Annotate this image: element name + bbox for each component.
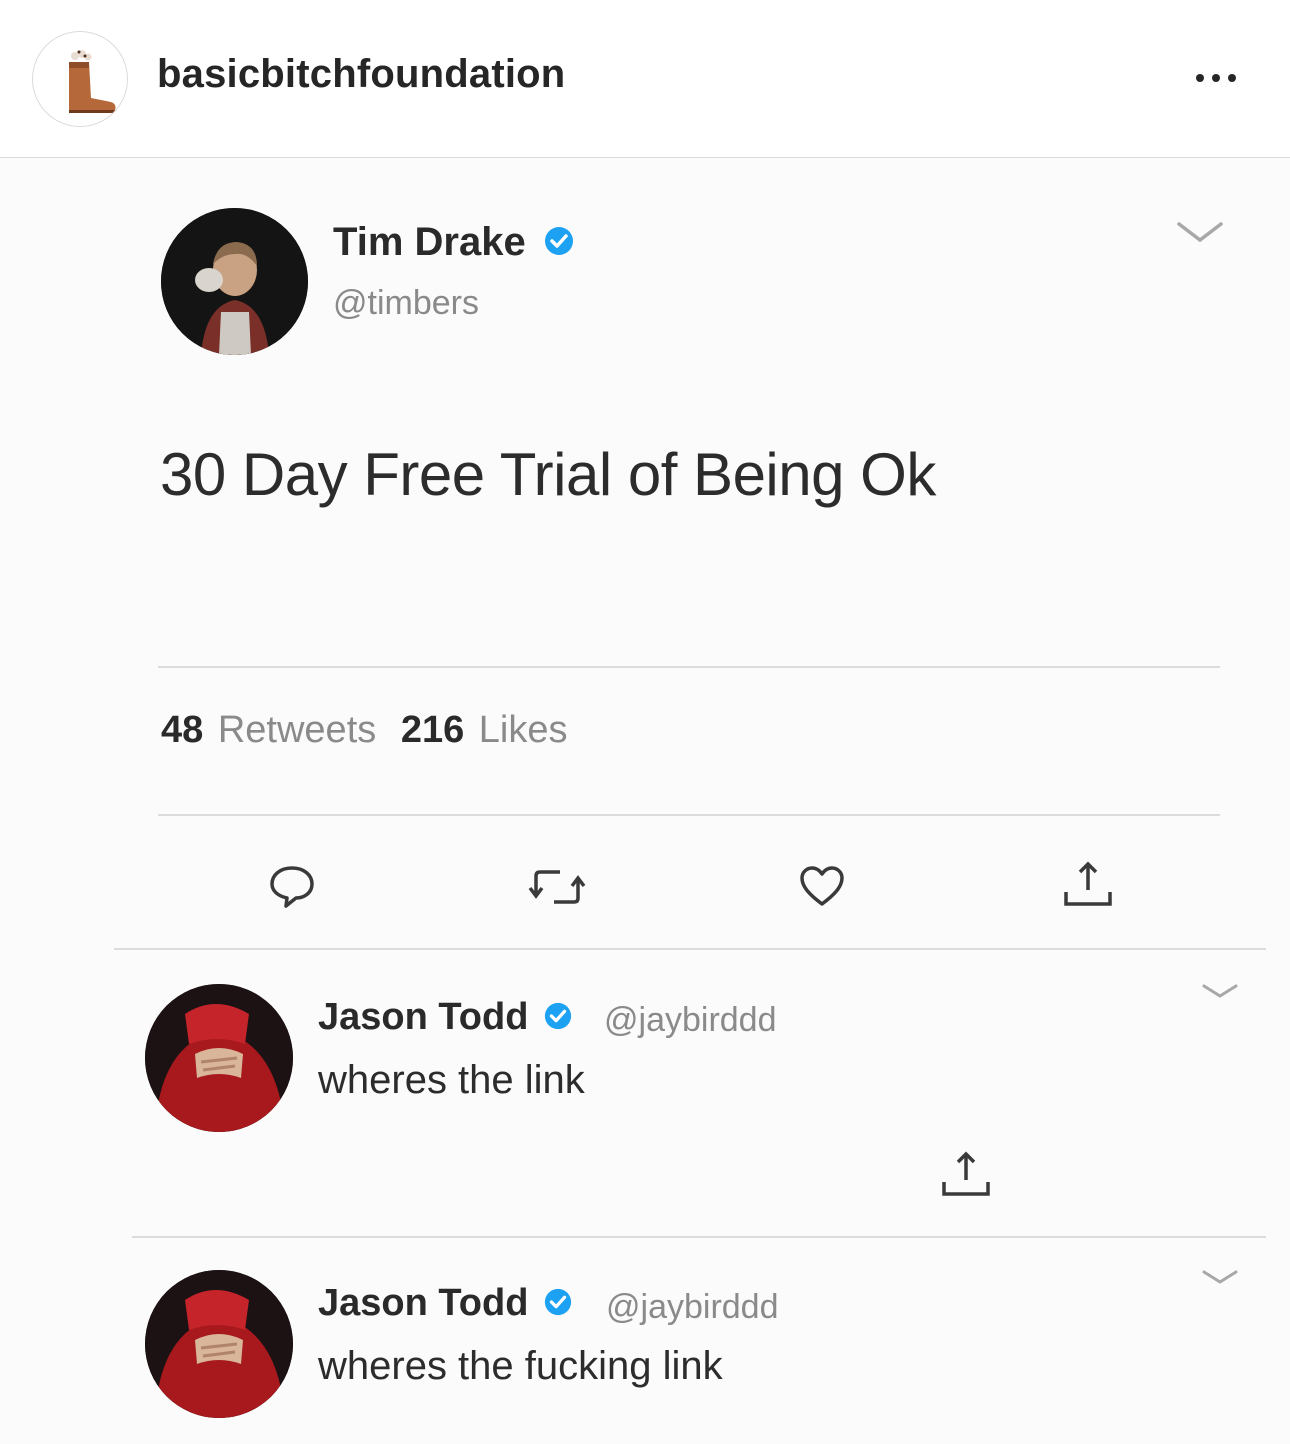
tweet-stats: 48 Retweets 216 Likes bbox=[161, 709, 568, 752]
person-photo bbox=[145, 984, 293, 1132]
chevron-down-icon[interactable] bbox=[1200, 1266, 1240, 1288]
person-photo bbox=[161, 208, 308, 355]
verified-badge-icon bbox=[544, 227, 573, 256]
more-options-icon[interactable] bbox=[1196, 74, 1248, 84]
tweet-author-name[interactable]: Tim Drake bbox=[333, 220, 575, 265]
reply-author-handle[interactable]: @jaybirddd bbox=[606, 1288, 779, 1327]
author-name-text: Jason Todd bbox=[318, 1282, 529, 1324]
author-name-text: Jason Todd bbox=[318, 996, 529, 1038]
post-image: Tim Drake @timbers 30 Day Free Trial of … bbox=[0, 158, 1290, 1444]
chevron-down-icon[interactable] bbox=[1200, 980, 1240, 1002]
profile-username[interactable]: basicbitchfoundation bbox=[157, 52, 565, 97]
reply-author-name[interactable]: Jason Todd bbox=[318, 996, 573, 1039]
verified-badge-icon bbox=[544, 1002, 572, 1030]
author-name-text: Tim Drake bbox=[333, 220, 526, 264]
tweet-author-avatar[interactable] bbox=[161, 208, 308, 355]
tweet-author-handle[interactable]: @timbers bbox=[333, 284, 479, 323]
divider bbox=[158, 814, 1220, 816]
likes-label[interactable]: Likes bbox=[479, 709, 568, 751]
likes-count: 216 bbox=[400, 709, 465, 751]
reply-author-name[interactable]: Jason Todd bbox=[318, 1282, 573, 1325]
retweets-label[interactable]: Retweets bbox=[218, 709, 376, 751]
reply-text: wheres the link bbox=[318, 1058, 585, 1102]
verified-badge-icon bbox=[544, 1288, 572, 1316]
dot bbox=[1212, 74, 1220, 82]
boot-icon bbox=[69, 50, 116, 113]
profile-avatar[interactable] bbox=[32, 31, 128, 127]
dot bbox=[1228, 74, 1236, 82]
retweets-count: 48 bbox=[161, 709, 204, 751]
reply-author-avatar[interactable] bbox=[145, 1270, 293, 1418]
divider bbox=[114, 948, 1266, 950]
divider bbox=[132, 1236, 1266, 1238]
reply-text: wheres the fucking link bbox=[318, 1344, 723, 1388]
reply-author-avatar[interactable] bbox=[145, 984, 293, 1132]
tweet-text: 30 Day Free Trial of Being Ok bbox=[160, 441, 936, 508]
dot bbox=[1196, 74, 1204, 82]
divider bbox=[158, 666, 1220, 668]
like-icon[interactable] bbox=[796, 862, 848, 910]
share-icon[interactable] bbox=[938, 1148, 994, 1200]
retweet-icon[interactable] bbox=[526, 866, 588, 908]
instagram-post-header: basicbitchfoundation bbox=[0, 0, 1290, 158]
reply-icon[interactable] bbox=[266, 862, 318, 910]
share-icon[interactable] bbox=[1060, 858, 1116, 910]
reply-author-handle[interactable]: @jaybirddd bbox=[604, 1001, 777, 1040]
chevron-down-icon[interactable] bbox=[1175, 218, 1225, 246]
person-photo bbox=[145, 1270, 293, 1418]
